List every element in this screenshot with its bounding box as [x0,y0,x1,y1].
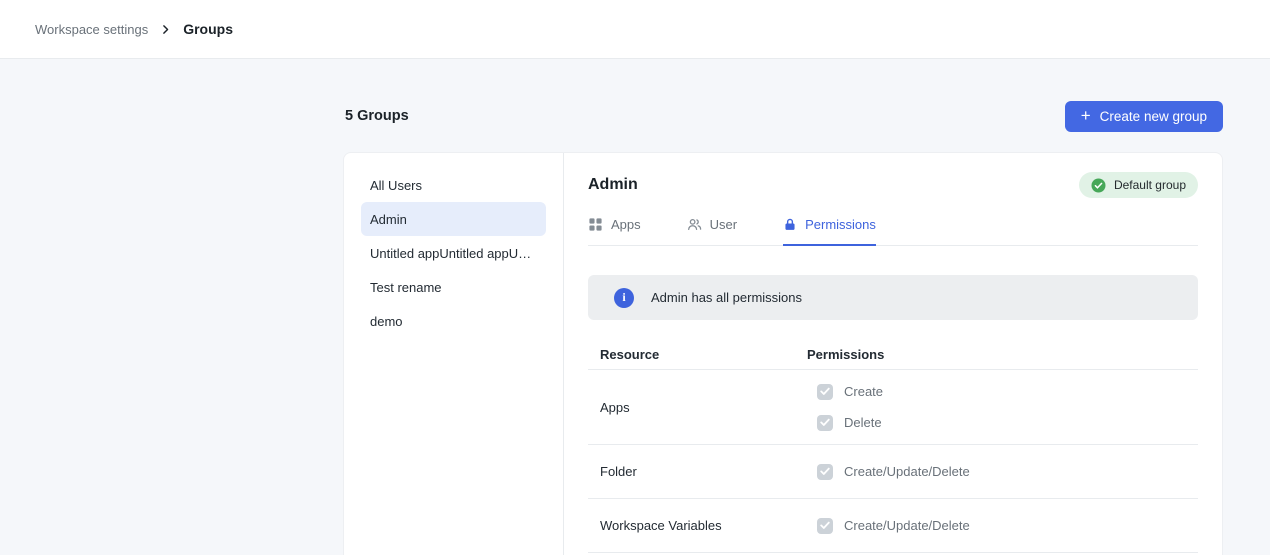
permission-workspace-variables-cud: Create/Update/Delete [807,510,970,541]
checkbox-workspace-variables-cud[interactable] [817,518,833,534]
check-circle-icon [1091,178,1106,193]
permission-apps-create: Create [807,376,883,407]
chevron-right-icon [159,23,172,36]
plus-icon: + [1081,107,1091,124]
page-header: 5 Groups + Create new group [345,100,1223,132]
groups-count-label: 5 Groups [345,108,409,124]
workspace-settings-groups-page: Workspace settings Groups 5 Groups + Cre… [0,0,1270,555]
permissions-info-banner: i Admin has all permissions [588,275,1198,320]
create-new-group-button[interactable]: + Create new group [1065,101,1223,132]
group-detail-tabs: Apps User Permissions [588,217,1198,246]
checkbox-apps-delete[interactable] [817,415,833,431]
tab-user[interactable]: User [687,217,737,246]
checkmark-icon [820,467,830,476]
checkbox-apps-create[interactable] [817,384,833,400]
resource-name: Folder [600,464,807,479]
permissions-table: Resource Permissions Apps Create [588,340,1198,553]
resource-column-header: Resource [600,347,807,362]
default-group-badge: Default group [1079,172,1198,198]
permissions-table-header: Resource Permissions [588,340,1198,370]
permissions-info-text: Admin has all permissions [651,290,802,305]
permission-label: Delete [844,415,882,430]
permissions-column-header: Permissions [807,347,884,362]
group-item-label: Test rename [370,280,442,295]
checkmark-icon [820,521,830,530]
permission-label: Create/Update/Delete [844,518,970,533]
permission-apps-delete: Delete [807,407,883,438]
group-item-untitled-app[interactable]: Untitled appUntitled appUntitle… [361,236,546,270]
group-detail-pane: Admin Default group Apps [564,153,1222,555]
group-item-label: demo [370,314,403,329]
group-item-label: All Users [370,178,422,193]
group-title: Admin [588,176,638,194]
permission-label: Create/Update/Delete [844,464,970,479]
group-item-admin[interactable]: Admin [361,202,546,236]
tab-user-label: User [710,217,737,232]
tab-permissions-label: Permissions [805,217,876,232]
breadcrumb-workspace-settings[interactable]: Workspace settings [35,22,148,37]
breadcrumb-groups: Groups [183,21,233,37]
tab-apps[interactable]: Apps [588,217,641,246]
default-group-badge-label: Default group [1114,178,1186,192]
lock-icon [783,217,797,232]
topbar: Workspace settings Groups [0,0,1270,59]
permission-options: Create/Update/Delete [807,456,970,487]
users-icon [687,217,702,232]
apps-grid-icon [588,217,603,232]
breadcrumb: Workspace settings Groups [35,21,233,37]
table-row-folder: Folder Create/Update/Delete [588,445,1198,499]
permission-options: Create/Update/Delete [807,510,970,541]
group-item-all-users[interactable]: All Users [361,168,546,202]
tab-permissions[interactable]: Permissions [783,217,876,246]
permission-options: Create Delete [807,376,883,438]
table-row-workspace-variables: Workspace Variables Create/Update/Delete [588,499,1198,553]
group-item-label: Untitled appUntitled appUntitle… [370,246,537,261]
group-item-label: Admin [370,212,407,227]
tab-apps-label: Apps [611,217,641,232]
table-row-apps: Apps Create Delete [588,370,1198,445]
permission-folder-cud: Create/Update/Delete [807,456,970,487]
groups-sidebar: All Users Admin Untitled appUntitled app… [344,153,564,555]
checkbox-folder-cud[interactable] [817,464,833,480]
checkmark-icon [820,387,830,396]
resource-name: Workspace Variables [600,518,807,533]
info-icon: i [614,288,634,308]
create-new-group-label: Create new group [1100,109,1207,124]
group-item-demo[interactable]: demo [361,304,546,338]
groups-card: All Users Admin Untitled appUntitled app… [343,152,1223,555]
group-item-test-rename[interactable]: Test rename [361,270,546,304]
permission-label: Create [844,384,883,399]
group-detail-header: Admin Default group [588,170,1198,200]
checkmark-icon [820,418,830,427]
resource-name: Apps [600,400,807,415]
